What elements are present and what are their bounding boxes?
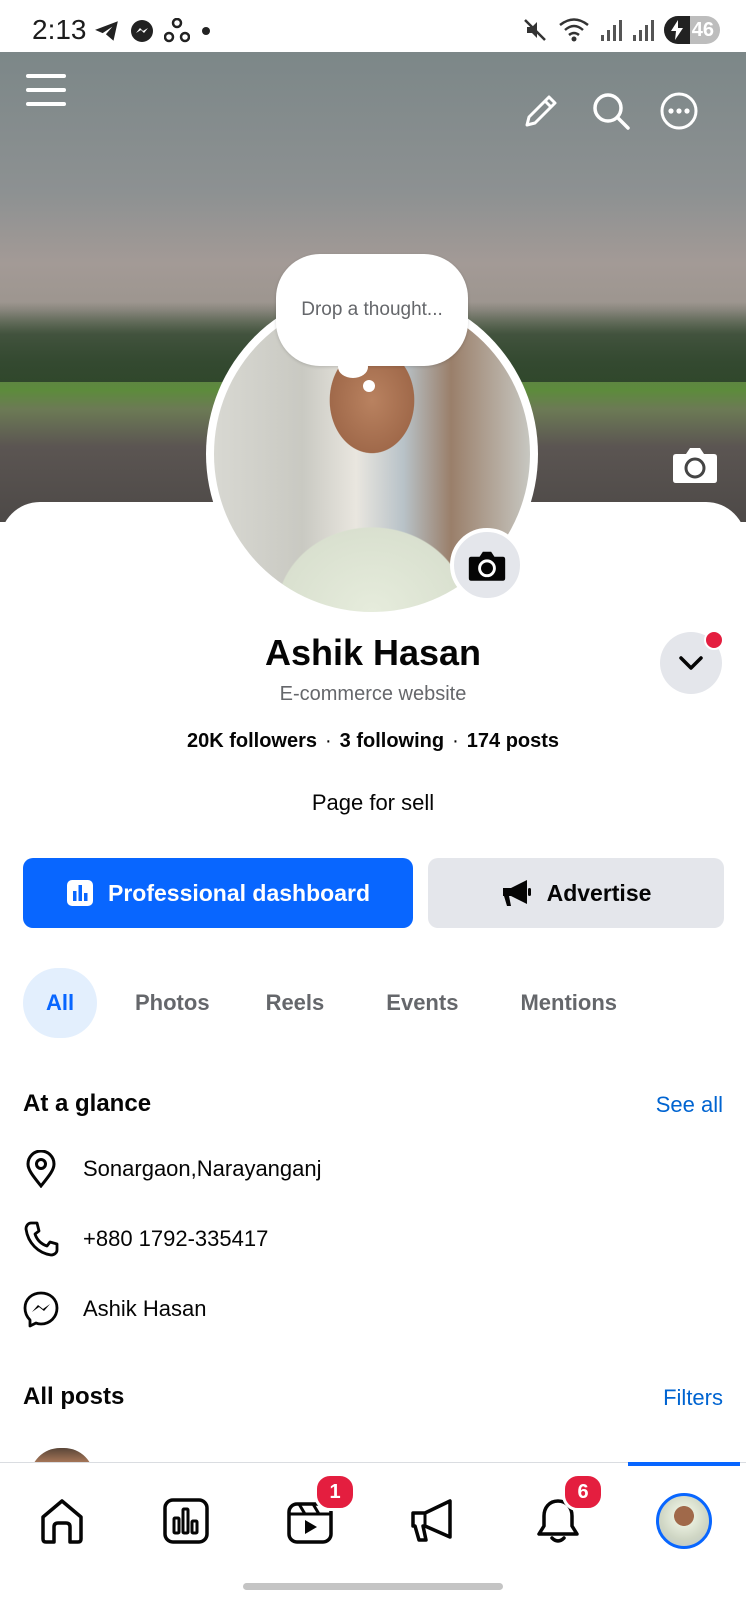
- search-button[interactable]: [588, 88, 634, 134]
- home-icon: [41, 1499, 83, 1544]
- chevron-down-icon: [679, 656, 703, 670]
- location-text: Sonargaon,Narayanganj: [83, 1156, 322, 1181]
- signal-icon: [601, 20, 622, 41]
- nav-notifications[interactable]: 6: [528, 1473, 604, 1551]
- charging-bolt-icon: [671, 20, 683, 40]
- stats-separator: ·: [452, 730, 459, 752]
- messenger-icon: [131, 20, 153, 42]
- sync-icon: [164, 18, 190, 43]
- edit-icon: [525, 95, 557, 127]
- dashboard-icon: [163, 1498, 209, 1544]
- battery-level: 46: [691, 18, 714, 41]
- telegram-icon: [95, 21, 118, 41]
- menu-button[interactable]: [24, 68, 68, 112]
- stats-separator: ·: [325, 730, 332, 752]
- more-button[interactable]: [656, 88, 702, 134]
- tab-events[interactable]: Events: [386, 968, 458, 1038]
- messenger-icon: [23, 1291, 59, 1328]
- profile-category: E-commerce website: [279, 683, 467, 705]
- posts-count: 174 posts: [466, 730, 560, 752]
- bottom-navigation: 1 6: [0, 1462, 746, 1601]
- advertise-button[interactable]: Advertise: [428, 858, 724, 928]
- profile-name: Ashik Hasan: [264, 632, 482, 673]
- followers-count[interactable]: 20K followers: [187, 730, 317, 752]
- dot-icon: [202, 27, 210, 35]
- nav-video[interactable]: 1: [280, 1473, 356, 1551]
- search-icon: [593, 93, 630, 130]
- mute-icon: [524, 19, 546, 41]
- tab-mentions[interactable]: Mentions: [520, 968, 617, 1038]
- battery-indicator: 46: [664, 16, 720, 44]
- profile-bio: Page for sell: [311, 790, 435, 815]
- status-left-icons: [94, 18, 212, 44]
- tab-all[interactable]: All: [23, 968, 97, 1038]
- nav-home[interactable]: [32, 1491, 92, 1551]
- signal-icon: [633, 20, 654, 41]
- tab-reels[interactable]: Reels: [266, 968, 325, 1038]
- menu-icon: [26, 74, 66, 106]
- thought-bubble-tail: [338, 356, 368, 378]
- nav-dashboard[interactable]: [156, 1491, 216, 1551]
- messenger-text: Ashik Hasan: [83, 1296, 207, 1321]
- all-posts-title: All posts: [23, 1383, 125, 1410]
- wifi-icon: [559, 18, 589, 42]
- nav-profile[interactable]: [654, 1491, 714, 1551]
- nav-active-indicator: [628, 1462, 740, 1466]
- profile-stats: 20K followers · 3 following · 174 posts: [0, 730, 746, 753]
- camera-icon: [468, 551, 506, 581]
- thought-bubble-tail-small: [363, 380, 375, 392]
- profile-avatar-icon: [656, 1493, 712, 1549]
- see-all-link[interactable]: See all: [656, 1092, 723, 1118]
- status-time: 2:13: [32, 14, 87, 45]
- location-pin-icon: [26, 1150, 56, 1188]
- phone-icon: [24, 1221, 59, 1257]
- notifications-badge: 6: [562, 1473, 604, 1511]
- at-a-glance-title: At a glance: [23, 1090, 152, 1117]
- phone-row[interactable]: +880 1792-335417: [23, 1220, 268, 1258]
- status-right-icons: 46: [522, 16, 720, 44]
- dashboard-icon: [66, 880, 93, 906]
- thought-bubble[interactable]: Drop a thought...: [276, 254, 468, 366]
- notification-dot: [704, 630, 724, 650]
- professional-dashboard-button[interactable]: Professional dashboard: [23, 858, 413, 928]
- tab-photos[interactable]: Photos: [135, 968, 210, 1038]
- profile-picture-camera-button[interactable]: [450, 528, 524, 602]
- megaphone-icon: [411, 1499, 452, 1542]
- cover-camera-button[interactable]: [672, 444, 718, 484]
- messenger-row[interactable]: Ashik Hasan: [23, 1290, 207, 1328]
- phone-text: +880 1792-335417: [83, 1226, 269, 1251]
- profile-tabs: All Photos Reels Events Mentions: [23, 968, 617, 1038]
- more-icon: [660, 92, 698, 130]
- camera-icon: [673, 448, 717, 483]
- megaphone-icon: [502, 880, 531, 906]
- location-row[interactable]: Sonargaon,Narayanganj: [23, 1150, 322, 1188]
- video-badge: 1: [314, 1473, 356, 1511]
- following-count[interactable]: 3 following: [340, 730, 444, 752]
- professional-dashboard-label: Professional dashboard: [107, 879, 370, 906]
- nav-ads[interactable]: [404, 1491, 464, 1551]
- home-indicator[interactable]: [243, 1583, 503, 1590]
- edit-button[interactable]: [518, 88, 564, 134]
- switch-profile-button[interactable]: [660, 630, 724, 694]
- advertise-label: Advertise: [546, 879, 652, 906]
- filters-link[interactable]: Filters: [663, 1385, 723, 1411]
